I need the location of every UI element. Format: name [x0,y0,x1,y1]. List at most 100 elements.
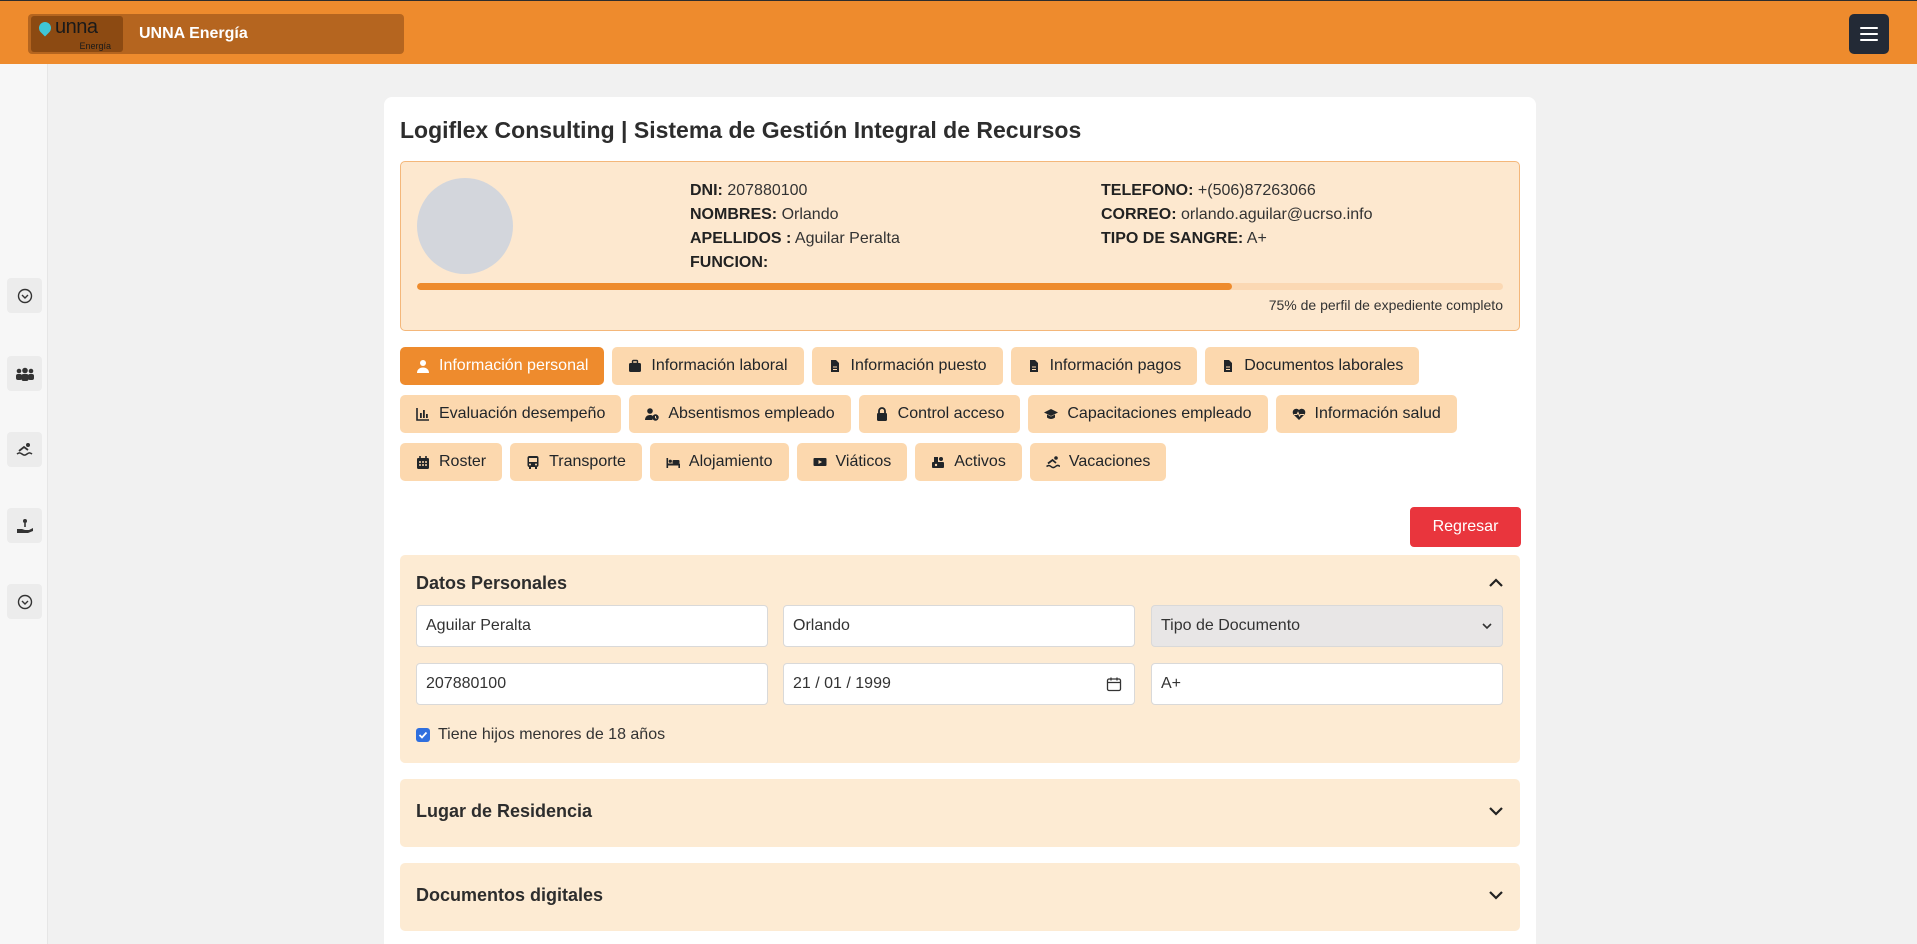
tab-documentos-laborales[interactable]: Documentos laborales [1205,347,1420,385]
tipo-sangre-field[interactable]: A+ [1151,663,1503,705]
tab-label: Roster [439,453,487,470]
lock-icon [876,407,887,421]
documentos-digitales-title[interactable]: Documentos digitales [416,885,603,906]
datos-personales-title[interactable]: Datos Personales [416,573,567,594]
sangre-row: TIPO DE SANGRE: A+ [1101,227,1372,251]
hijos-checkbox-row: Tiene hijos menores de 18 años [416,726,665,744]
dni-value: 207880100 [727,182,808,199]
tab-informacion-laboral[interactable]: Información laboral [612,347,804,385]
logo-word: unna [55,16,98,38]
heart-pulse-icon [1292,408,1305,420]
profile-summary: DNI: 207880100 NOMBRES: Orlando APELLIDO… [400,161,1520,331]
chevron-circle-down-icon [17,594,32,609]
dni-field[interactable]: 207880100 [416,663,768,705]
users-icon [15,367,34,381]
profile-info-left: DNI: 207880100 NOMBRES: Orlando APELLIDO… [690,179,900,275]
check-icon [418,731,428,739]
regresar-button[interactable]: Regresar [1410,507,1521,547]
profile-progress-text: 75% de perfil de expediente completo [1268,297,1503,313]
user-icon [417,360,429,373]
tab-absentismos-empleado[interactable]: Absentismos empleado [629,395,851,433]
briefcase-icon [629,359,642,372]
tab-roster[interactable]: Roster [400,443,503,481]
sidebar-item-people[interactable] [7,356,42,391]
hamburger-menu-button[interactable] [1849,14,1889,54]
datos-personales-section: Datos Personales Aguilar Peralta Orlando… [400,555,1520,763]
tab-alojamiento[interactable]: Alojamiento [649,443,789,481]
apellidos-field[interactable]: Aguilar Peralta [416,605,768,647]
tab-informacion-puesto[interactable]: Información puesto [811,347,1003,385]
tab-control-acceso[interactable]: Control acceso [858,395,1021,433]
brand-title: UNNA Energía [139,25,248,42]
hamburger-line [1860,39,1878,41]
residencia-title[interactable]: Lugar de Residencia [416,801,592,822]
tab-informacion-salud[interactable]: Información salud [1275,395,1457,433]
brand[interactable]: unna Energía UNNA Energía [28,14,404,54]
logo-sub: Energía [79,41,111,51]
profile-info-right: TELEFONO: +(506)87263066 CORREO: orlando… [1101,179,1372,251]
nombres-label: NOMBRES: [690,206,778,223]
graduation-cap-icon [1044,409,1059,419]
tab-capacitaciones-empleado[interactable]: Capacitaciones empleado [1028,395,1268,433]
hamburger-line [1860,27,1878,29]
tab-viaticos[interactable]: Viáticos [796,443,908,481]
tab-evaluacion-desempeno[interactable]: Evaluación desempeño [400,395,622,433]
calendar-icon [417,456,429,469]
tipo-documento-value: Tipo de Documento [1161,617,1301,634]
telefono-row: TELEFONO: +(506)87263066 [1101,179,1372,203]
hamburger-line [1860,33,1878,35]
tipo-documento-select[interactable]: Tipo de Documento [1151,605,1503,647]
dni-row: DNI: 207880100 [690,179,900,203]
nombres-field[interactable]: Orlando [783,605,1135,647]
tab-label: Absentismos empleado [668,405,835,422]
tab-label: Control acceso [897,405,1005,422]
profile-progress-fill [417,283,1232,290]
bed-icon [666,458,680,468]
assets-icon [932,457,945,468]
chevron-circle-down-icon [17,288,32,303]
logo-drop-icon [36,19,54,37]
sangre-value: A+ [1246,230,1267,247]
avatar [417,178,513,274]
sidebar-expand-button-2[interactable] [7,584,42,619]
top-navbar: unna Energía UNNA Energía [0,0,1917,64]
telefono-label: TELEFONO: [1101,182,1194,199]
page-title: Logiflex Consulting | Sistema de Gestión… [400,117,1082,143]
swimmer-icon [16,442,32,456]
sangre-label: TIPO DE SANGRE: [1101,230,1244,247]
tab-informacion-personal[interactable]: Información personal [400,347,605,385]
main-card: Logiflex Consulting | Sistema de Gestión… [384,97,1536,944]
swimmer-icon [1045,456,1060,469]
apellidos-value: Aguilar Peralta [794,230,900,247]
section-tabs: Información personal Información laboral I… [400,347,1520,481]
tab-label: Información pagos [1049,357,1182,374]
correo-label: CORREO: [1101,206,1177,223]
tab-vacaciones[interactable]: Vacaciones [1029,443,1167,481]
correo-value: orlando.aguilar@ucrso.info [1181,206,1373,223]
tab-transporte[interactable]: Transporte [510,443,642,481]
correo-row: CORREO: orlando.aguilar@ucrso.info [1101,203,1372,227]
tab-label: Activos [954,453,1006,470]
sidebar-item-benefits[interactable] [7,508,42,543]
calendar-icon[interactable] [1106,676,1122,692]
profile-progress-bar [417,283,1503,290]
fecha-nacimiento-field[interactable]: 21 / 01 / 1999 [783,663,1135,705]
nombres-value: Orlando [781,206,839,223]
file-icon [830,360,839,372]
apellidos-row: APELLIDOS : Aguilar Peralta [690,227,900,251]
chevron-up-icon[interactable] [1488,575,1504,591]
tab-activos[interactable]: Activos [915,443,1022,481]
chevron-down-icon[interactable] [1488,887,1504,903]
tab-label: Capacitaciones empleado [1067,405,1252,422]
chart-icon [416,408,429,421]
sidebar [0,64,48,944]
sidebar-expand-button[interactable] [7,278,42,313]
chevron-down-icon[interactable] [1488,803,1504,819]
tab-informacion-pagos[interactable]: Información pagos [1010,347,1198,385]
residencia-section[interactable]: Lugar de Residencia [400,779,1520,847]
sidebar-item-vacations[interactable] [7,432,42,467]
hijos-label: Tiene hijos menores de 18 años [438,726,666,743]
hijos-checkbox[interactable] [416,728,430,742]
money-icon [813,458,827,466]
documentos-digitales-section[interactable]: Documentos digitales [400,863,1520,931]
